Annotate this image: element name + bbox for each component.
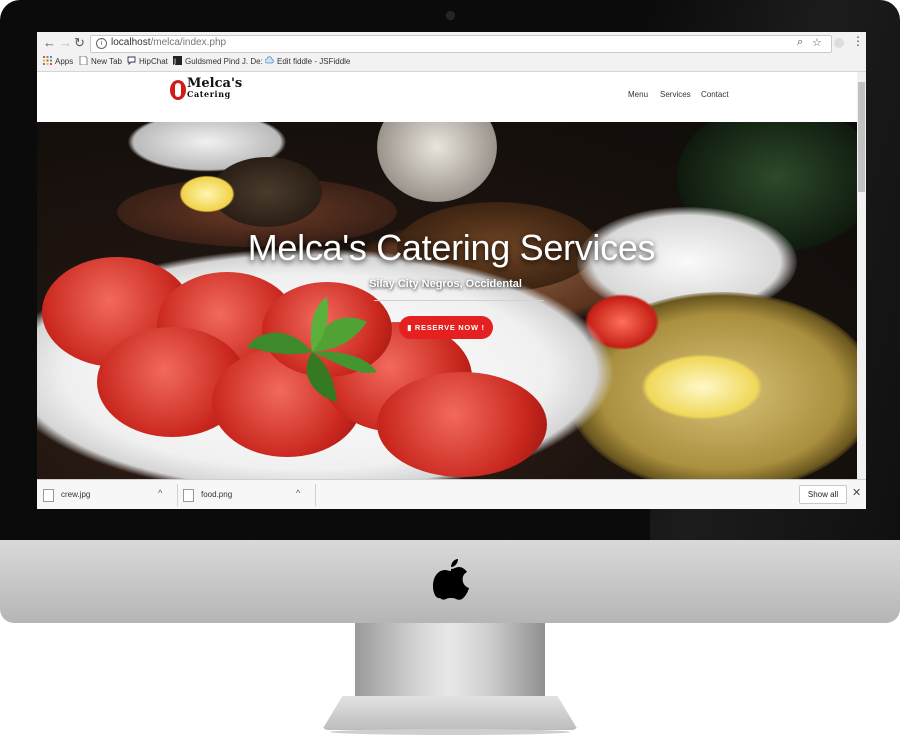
url-text[interactable]: localhost/melca/index.php [111, 37, 226, 48]
bookmark-label: Apps [55, 57, 74, 66]
apps-grid-icon [43, 56, 52, 65]
nav-contact[interactable]: Contact [701, 90, 729, 99]
bookmark-star-icon[interactable]: ☆ [812, 36, 822, 49]
chevron-up-icon[interactable]: ^ [296, 488, 300, 498]
stand-shadow [330, 729, 570, 735]
bookmark-label: HipChat [139, 57, 168, 66]
logo-mark-icon [170, 80, 186, 100]
favicon-icon: J [173, 56, 182, 65]
chat-icon [127, 56, 136, 65]
tomato-slice [377, 372, 547, 477]
background-person [377, 122, 497, 202]
address-bar: ← → ↻ i localhost/melca/index.php ⌕ ☆ ⋮ [37, 32, 866, 54]
monitor-stand [355, 623, 545, 698]
bookmark-new-tab[interactable]: New Tab [79, 56, 122, 66]
bookmark-label: New Tab [91, 57, 122, 66]
download-shelf: crew.jpg ^ food.png ^ Show all ✕ [37, 479, 866, 509]
hero-subtitle: Silay City Negros, Occidental [369, 278, 522, 290]
cloud-icon [265, 56, 274, 64]
info-icon[interactable]: i [96, 38, 107, 49]
download-item[interactable]: crew.jpg ^ [37, 484, 178, 506]
book-icon: ▮ [407, 323, 415, 332]
download-filename: crew.jpg [61, 490, 91, 499]
nav-menu[interactable]: Menu [628, 90, 648, 99]
forward-icon[interactable]: → [59, 35, 72, 51]
bookmark-label: Guldsmed Pind J. De: [185, 57, 263, 66]
monitor-stand-base [322, 696, 578, 730]
extension-icon[interactable] [834, 38, 844, 48]
bookmark-guldsmed[interactable]: J Guldsmed Pind J. De: [173, 56, 263, 66]
hero-banner: Melca's Catering Services Silay City Neg… [37, 122, 866, 479]
site-header: Melca's Catering Menu Services Contact [37, 72, 866, 122]
reload-icon[interactable]: ↻ [74, 35, 85, 51]
hero-divider [374, 300, 544, 301]
url-input[interactable]: i localhost/melca/index.php ⌕ ☆ [90, 35, 832, 53]
reserve-button-label: RESERVE NOW ! [414, 323, 485, 332]
zoom-icon[interactable]: ⌕ [797, 36, 803, 49]
close-icon[interactable]: ✕ [852, 486, 861, 499]
svg-text:J: J [173, 58, 176, 66]
download-filename: food.png [201, 490, 233, 499]
bookmark-hipchat[interactable]: HipChat [127, 56, 168, 66]
url-path: /melca/index.php [150, 37, 227, 48]
apple-logo-icon [433, 559, 469, 600]
file-icon [183, 489, 194, 502]
logo-text: Melca's Catering [187, 77, 242, 99]
hero-title: Melca's Catering Services [247, 227, 656, 268]
browser-menu-icon[interactable]: ⋮ [852, 34, 864, 48]
file-icon [43, 489, 54, 502]
back-icon[interactable]: ← [43, 35, 56, 51]
screen: ← → ↻ i localhost/melca/index.php ⌕ ☆ ⋮ … [37, 32, 866, 509]
logo-line-2: Catering [187, 89, 231, 99]
lemon-wedge [177, 174, 237, 214]
bookmarks-bar: Apps New Tab HipChat J Guldsmed Pind J. D… [37, 54, 866, 72]
bookmark-label: Edit fiddle - JSFiddle [277, 57, 351, 66]
url-host: localhost [111, 37, 151, 48]
page-scrollbar[interactable] [857, 72, 866, 479]
scrollbar-thumb[interactable] [858, 82, 865, 192]
camera-icon [446, 11, 455, 20]
reserve-now-button[interactable]: ▮ RESERVE NOW ! [399, 316, 493, 339]
nav-services[interactable]: Services [660, 90, 691, 99]
show-all-button[interactable]: Show all [799, 485, 847, 504]
mint-garnish-icon [247, 297, 377, 402]
page-icon [79, 56, 88, 65]
bookmark-apps[interactable]: Apps [43, 56, 73, 66]
download-item[interactable]: food.png ^ [177, 484, 316, 506]
chevron-up-icon[interactable]: ^ [158, 488, 162, 498]
salad-lemon [637, 352, 767, 422]
bookmark-jsfiddle[interactable]: Edit fiddle - JSFiddle [265, 56, 350, 66]
